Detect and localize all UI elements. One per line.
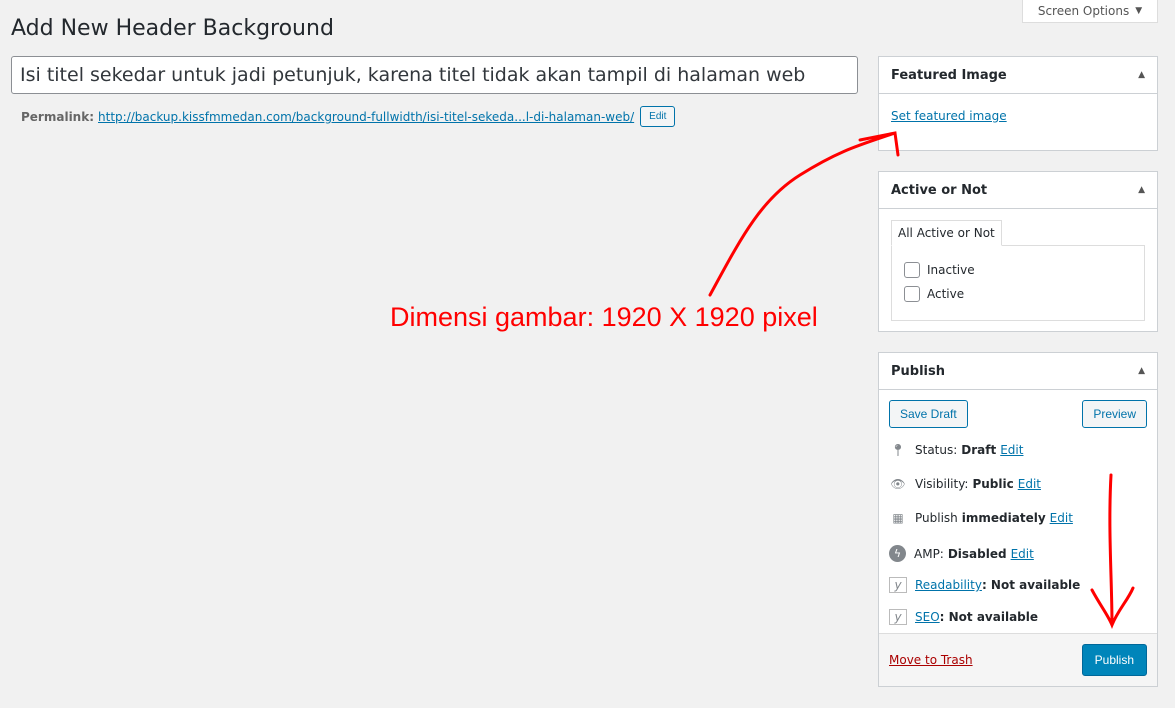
calendar-icon: ▦ xyxy=(892,511,904,525)
publish-button[interactable]: Publish xyxy=(1081,644,1147,676)
box-title: Publish xyxy=(891,363,945,379)
publish-header[interactable]: Publish ▲ xyxy=(879,353,1157,390)
seo-row: y SEO: Not available xyxy=(889,609,1038,625)
schedule-edit-link[interactable]: Edit xyxy=(1050,511,1073,525)
yoast-icon: y xyxy=(889,609,907,625)
publish-footer: Move to Trash Publish xyxy=(879,633,1157,686)
active-box: Active or Not ▲ All Active or Not Inactiv… xyxy=(878,171,1158,332)
schedule-label: Publish xyxy=(915,511,958,525)
screen-options-label: Screen Options xyxy=(1037,3,1130,18)
yoast-icon: y xyxy=(889,577,907,593)
visibility-value: Public xyxy=(972,477,1014,491)
amp-value: Disabled xyxy=(947,546,1007,561)
checkbox-active[interactable]: Active xyxy=(904,286,1132,302)
visibility-label: Visibility: xyxy=(915,477,969,491)
active-header[interactable]: Active or Not ▲ xyxy=(879,172,1157,209)
amp-edit-link[interactable]: Edit xyxy=(1011,547,1034,561)
status-label: Status: xyxy=(915,443,958,457)
amp-label: AMP: xyxy=(914,546,944,561)
status-value: Draft xyxy=(961,443,997,457)
featured-image-header[interactable]: Featured Image ▲ xyxy=(879,57,1157,94)
checkbox[interactable] xyxy=(904,262,920,278)
featured-image-box: Featured Image ▲ Set featured image xyxy=(878,56,1158,151)
save-draft-button[interactable]: Save Draft xyxy=(889,400,968,428)
annotation-text: Dimensi gambar: 1920 X 1920 pixel xyxy=(390,302,818,332)
title-input[interactable] xyxy=(11,56,858,94)
screen-options-button[interactable]: Screen Options ▼ xyxy=(1022,0,1158,23)
readability-row: y Readability: Not available xyxy=(889,577,1080,593)
amp-row: ϟ AMP: Disabled Edit xyxy=(889,545,1034,562)
box-title: Active or Not xyxy=(891,182,988,198)
eye-icon: 👁︎ xyxy=(890,477,906,491)
arrow-to-featured-image xyxy=(708,131,900,297)
seo-link[interactable]: SEO xyxy=(915,610,940,624)
schedule-value: immediately xyxy=(961,511,1046,525)
checkbox-label: Inactive xyxy=(927,263,975,277)
permalink-link[interactable]: http://backup.kissfmmedan.com/background… xyxy=(98,110,634,124)
collapse-icon[interactable]: ▲ xyxy=(1138,366,1145,376)
lightning-icon: ϟ xyxy=(889,545,906,562)
status-row: 📍︎ Status: Draft Edit xyxy=(889,443,1023,457)
checkbox-inactive[interactable]: Inactive xyxy=(904,262,1132,278)
publish-box: Publish ▲ Save Draft Preview 📍︎ Status: Dra… xyxy=(878,352,1158,687)
checkbox[interactable] xyxy=(904,286,920,302)
page-title: Add New Header Background xyxy=(11,16,334,41)
preview-button[interactable]: Preview xyxy=(1082,400,1147,428)
seo-value: : Not available xyxy=(939,610,1039,624)
move-to-trash-link[interactable]: Move to Trash xyxy=(889,653,973,667)
readability-value: : Not available xyxy=(981,578,1081,592)
tab-all-active[interactable]: All Active or Not xyxy=(891,220,1002,246)
collapse-icon[interactable]: ▲ xyxy=(1138,185,1145,195)
box-title: Featured Image xyxy=(891,67,1007,83)
permalink-label: Permalink: xyxy=(21,109,95,124)
pin-icon: 📍︎ xyxy=(890,443,906,457)
schedule-row: ▦ Publish immediately Edit xyxy=(889,511,1073,525)
caret-down-icon: ▼ xyxy=(1135,5,1143,16)
readability-link[interactable]: Readability xyxy=(915,578,982,592)
set-featured-image-link[interactable]: Set featured image xyxy=(891,109,1007,123)
permalink: Permalink: http://backup.kissfmmedan.com… xyxy=(21,106,676,127)
visibility-edit-link[interactable]: Edit xyxy=(1018,477,1041,491)
visibility-row: 👁︎ Visibility: Public Edit xyxy=(889,477,1041,491)
status-edit-link[interactable]: Edit xyxy=(1000,443,1023,457)
permalink-edit-button[interactable]: Edit xyxy=(640,106,676,127)
collapse-icon[interactable]: ▲ xyxy=(1138,70,1145,80)
checkbox-label: Active xyxy=(927,287,965,301)
